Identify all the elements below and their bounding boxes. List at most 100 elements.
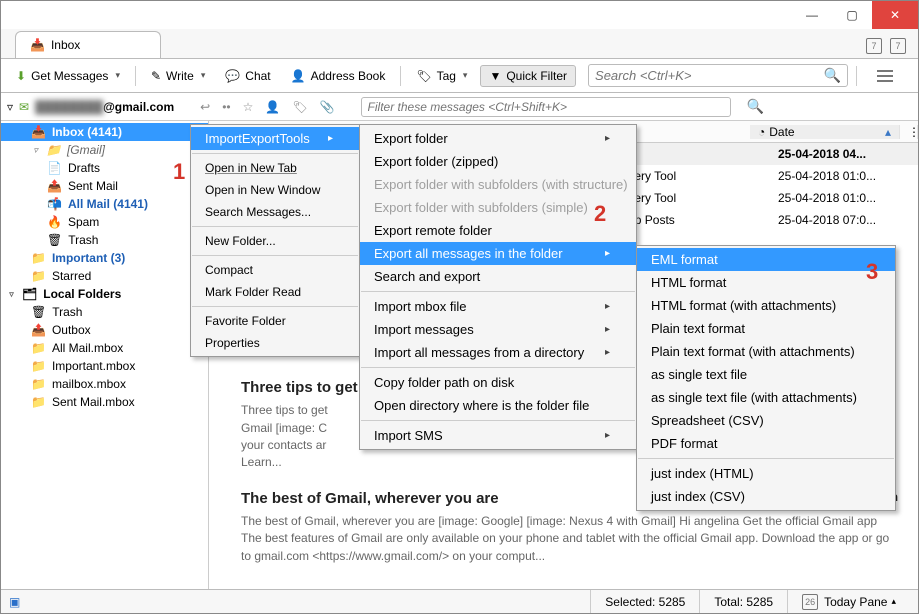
folder-context-menu: ImportExportTools Open in New Tab Open i… xyxy=(190,124,360,357)
menu-copy-folder-path[interactable]: Copy folder path on disk xyxy=(360,371,636,394)
folder-inbox[interactable]: 📥 Inbox (4141) xyxy=(1,123,208,141)
menu-search-messages[interactable]: Search Messages... xyxy=(191,201,359,223)
main-toolbar: ⬇ Get Messages ✎ Write 💬 Chat 👤 Address … xyxy=(1,59,918,93)
menu-import-messages[interactable]: Import messages xyxy=(360,318,636,341)
folder-trash[interactable]: 🗑Trash xyxy=(1,231,208,249)
clock-icon: ◔ xyxy=(758,125,765,139)
get-messages-button[interactable]: ⬇ Get Messages xyxy=(9,65,127,87)
column-date[interactable]: ◔ Date ▴ xyxy=(750,125,900,139)
fire-icon: 🔥 xyxy=(47,215,62,229)
menu-import-export-tools[interactable]: ImportExportTools xyxy=(191,127,359,150)
menu-index-csv[interactable]: just index (CSV) xyxy=(637,485,895,508)
menu-html-attachments[interactable]: HTML format (with attachments) xyxy=(637,294,895,317)
separator xyxy=(135,66,136,86)
menu-open-new-window[interactable]: Open in New Window xyxy=(191,179,359,201)
global-search-input[interactable] xyxy=(595,68,824,83)
export-format-submenu: EML format HTML format HTML format (with… xyxy=(636,245,896,511)
folder-icon: 📁 xyxy=(46,143,61,157)
folder-local-trash[interactable]: 🗑Trash xyxy=(1,303,208,321)
tag-button[interactable]: 🏷 Tag xyxy=(409,65,474,87)
address-book-button[interactable]: 👤 Address Book xyxy=(284,65,393,87)
menu-new-folder[interactable]: New Folder... xyxy=(191,230,359,252)
chevron-down-icon[interactable]: ▿ xyxy=(7,289,16,300)
tab-inbox[interactable]: 📥 Inbox xyxy=(15,31,161,58)
chevron-up-icon: ▴ xyxy=(891,596,896,607)
menu-single-text-attachments[interactable]: as single text file (with attachments) xyxy=(637,386,895,409)
chevron-down-icon[interactable]: ▿ xyxy=(31,145,40,156)
folder-important[interactable]: 📁Important (3) xyxy=(1,249,208,267)
attachment-icon[interactable]: 📎 xyxy=(320,100,335,114)
folder-outbox[interactable]: 📤Outbox xyxy=(1,321,208,339)
folder-allmail-mbox[interactable]: 📁All Mail.mbox xyxy=(1,339,208,357)
status-total: Total: 5285 xyxy=(699,590,787,613)
folder-spam[interactable]: 🔥Spam xyxy=(1,213,208,231)
search-icon[interactable]: 🔍 xyxy=(824,67,841,84)
menu-import-mbox[interactable]: Import mbox file xyxy=(360,295,636,318)
local-folders[interactable]: ▿ 🗂 Local Folders xyxy=(1,285,208,303)
menu-properties[interactable]: Properties xyxy=(191,332,359,354)
menu-import-from-directory[interactable]: Import all messages from a directory xyxy=(360,341,636,364)
menu-export-folder-zipped[interactable]: Export folder (zipped) xyxy=(360,150,636,173)
folder-sentmail-mbox[interactable]: 📁Sent Mail.mbox xyxy=(1,393,208,411)
folder-allmail[interactable]: 📬All Mail (4141) xyxy=(1,195,208,213)
window-close[interactable]: ✕ xyxy=(872,1,918,29)
menu-single-text[interactable]: as single text file xyxy=(637,363,895,386)
message-filter[interactable] xyxy=(361,97,731,117)
chat-button[interactable]: 💬 Chat xyxy=(218,65,277,87)
global-search[interactable]: 🔍 xyxy=(588,64,848,87)
column-picker[interactable]: ⋮ xyxy=(900,125,918,139)
contact-icon[interactable]: 👤 xyxy=(265,100,280,114)
window-maximize[interactable]: ▢ xyxy=(832,1,872,29)
menu-export-folder[interactable]: Export folder xyxy=(360,127,636,150)
menu-import-sms[interactable]: Import SMS xyxy=(360,424,636,447)
status-bar: ▣ Selected: 5285 Total: 5285 26 Today Pa… xyxy=(1,589,918,613)
dots-icon[interactable]: •• xyxy=(222,100,230,114)
menu-favorite-folder[interactable]: Favorite Folder xyxy=(191,310,359,332)
window-minimize[interactable]: — xyxy=(792,1,832,29)
folder-icon: 📁 xyxy=(31,359,46,373)
folder-gmail[interactable]: ▿ 📁 [Gmail] xyxy=(1,141,208,159)
menu-export-all-messages[interactable]: Export all messages in the folder xyxy=(360,242,636,265)
menu-html-format[interactable]: HTML format xyxy=(637,271,895,294)
menu-open-directory[interactable]: Open directory where is the folder file xyxy=(360,394,636,417)
activity-icon[interactable]: ▣ xyxy=(9,595,20,609)
download-icon: ⬇ xyxy=(16,69,26,83)
quick-filter-button[interactable]: ▼ Quick Filter xyxy=(480,65,576,87)
message-filter-input[interactable] xyxy=(368,100,724,114)
menu-open-new-tab[interactable]: Open in New Tab xyxy=(191,157,359,179)
status-selected: Selected: 5285 xyxy=(590,590,699,613)
today-pane-button[interactable]: 26 Today Pane ▴ xyxy=(787,590,910,613)
reply-icon[interactable]: ↩ xyxy=(200,100,210,114)
account-email[interactable]: ████████@gmail.com xyxy=(35,99,174,114)
preview-snippet: The best of Gmail, wherever you are [ima… xyxy=(241,513,898,565)
menu-search-and-export[interactable]: Search and export xyxy=(360,265,636,288)
calendar-icon[interactable]: 7 xyxy=(866,38,882,54)
folder-icon: 📁 xyxy=(31,341,46,355)
menu-spreadsheet-csv[interactable]: Spreadsheet (CSV) xyxy=(637,409,895,432)
mail-icon: ✉ xyxy=(19,100,29,114)
search-icon[interactable]: 🔍 xyxy=(747,98,764,115)
person-icon: 👤 xyxy=(291,69,306,83)
calendar-icon[interactable]: 7 xyxy=(890,38,906,54)
star-icon[interactable]: ☆ xyxy=(243,100,254,114)
folder-mailbox-mbox[interactable]: 📁mailbox.mbox xyxy=(1,375,208,393)
chevron-down-icon[interactable]: ▿ xyxy=(7,100,13,114)
account-bar: ▿ ✉ ████████@gmail.com ↩ •• ☆ 👤 🏷 📎 🔍 xyxy=(1,93,918,121)
chat-icon: 💬 xyxy=(225,69,240,83)
menu-plain-text-attachments[interactable]: Plain text format (with attachments) xyxy=(637,340,895,363)
menu-index-html[interactable]: just index (HTML) xyxy=(637,462,895,485)
tag-icon[interactable]: 🏷 xyxy=(292,100,307,114)
menu-plain-text[interactable]: Plain text format xyxy=(637,317,895,340)
folder-icon: 📁 xyxy=(31,377,46,391)
drafts-icon: 📄 xyxy=(47,161,62,175)
annotation-1: 1 xyxy=(173,159,185,185)
menu-eml-format[interactable]: EML format xyxy=(637,248,895,271)
main-menu-button[interactable] xyxy=(875,70,895,82)
menu-mark-folder-read[interactable]: Mark Folder Read xyxy=(191,281,359,303)
menu-compact[interactable]: Compact xyxy=(191,259,359,281)
menu-pdf-format[interactable]: PDF format xyxy=(637,432,895,455)
annotation-2: 2 xyxy=(594,201,606,227)
folder-important-mbox[interactable]: 📁Important.mbox xyxy=(1,357,208,375)
folder-starred[interactable]: 📁Starred xyxy=(1,267,208,285)
write-button[interactable]: ✎ Write xyxy=(144,65,212,87)
